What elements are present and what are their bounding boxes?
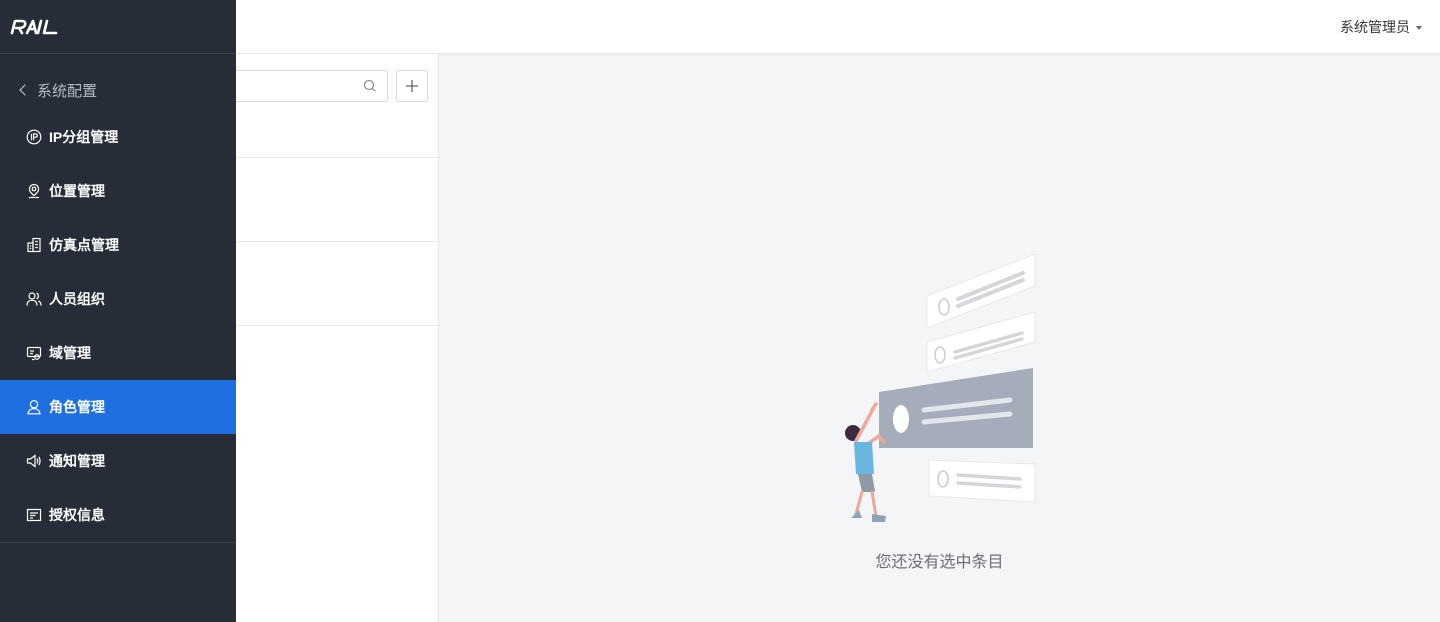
chevron-left-icon (19, 84, 31, 96)
domain-icon (26, 346, 42, 361)
sidebar-item-ip-group[interactable]: IP分组管理 (0, 110, 236, 164)
back-label: 系统配置 (37, 82, 98, 100)
sidebar-item-label: 域管理 (49, 345, 91, 361)
add-role-button[interactable] (396, 70, 428, 102)
sidebar-item-label: 位置管理 (49, 183, 105, 199)
sidebar-item-notification[interactable]: 通知管理 (0, 434, 236, 488)
back-system-config[interactable]: 系统配置 (0, 63, 236, 117)
logo-bar (0, 0, 236, 54)
sidebar-item-role[interactable]: 角色管理 (0, 380, 236, 434)
sidebar-item-domain[interactable]: 域管理 (0, 326, 236, 380)
empty-state-illustration (845, 253, 1036, 522)
list-item[interactable] (236, 242, 438, 325)
list-item[interactable] (236, 158, 438, 241)
sidebar-item-label: 角色管理 (49, 399, 105, 415)
role-list-panel (236, 54, 439, 622)
ip-icon (26, 129, 42, 145)
sidebar-item-label: 仿真点管理 (49, 237, 119, 253)
user-menu[interactable]: 系统管理员 (1340, 17, 1422, 37)
search-icon[interactable] (363, 79, 377, 93)
location-icon (28, 183, 40, 199)
empty-state-message: 您还没有选中条目 (875, 554, 1004, 571)
sidebar-item-label: 人员组织 (49, 291, 105, 307)
sidebar-item-people-org[interactable]: 人员组织 (0, 272, 236, 326)
sidebar-item-label: IP分组管理 (49, 129, 119, 145)
sidebar-item-label: 授权信息 (49, 507, 105, 523)
sidebar-menu: IP分组管理 位置管理 仿真点管理 人员组织 域管理 角色管理 通知管理 授权信… (0, 110, 236, 543)
sidebar-item-label: 通知管理 (49, 453, 105, 469)
sidebar-item-location[interactable]: 位置管理 (0, 164, 236, 218)
user-icon (27, 400, 41, 415)
card-icon (928, 459, 1036, 503)
sidebar: 系统配置 IP分组管理 位置管理 仿真点管理 人员组织 域管理 角色管理 通知管… (0, 0, 236, 622)
building-icon (27, 237, 41, 253)
empty-state: 您还没有选中条目 (439, 54, 1440, 622)
plus-icon (406, 80, 418, 92)
search-input[interactable] (236, 71, 356, 101)
caret-down-icon (1416, 26, 1422, 30)
sidebar-item-license[interactable]: 授权信息 (0, 488, 236, 542)
user-name: 系统管理员 (1340, 19, 1410, 35)
card-icon (879, 368, 1033, 448)
rail-logo (10, 19, 58, 34)
divider (236, 325, 438, 326)
search-box (236, 70, 388, 102)
license-icon (26, 508, 42, 522)
speaker-icon (26, 454, 41, 468)
people-icon (26, 292, 42, 306)
sidebar-item-simulation-point[interactable]: 仿真点管理 (0, 218, 236, 272)
